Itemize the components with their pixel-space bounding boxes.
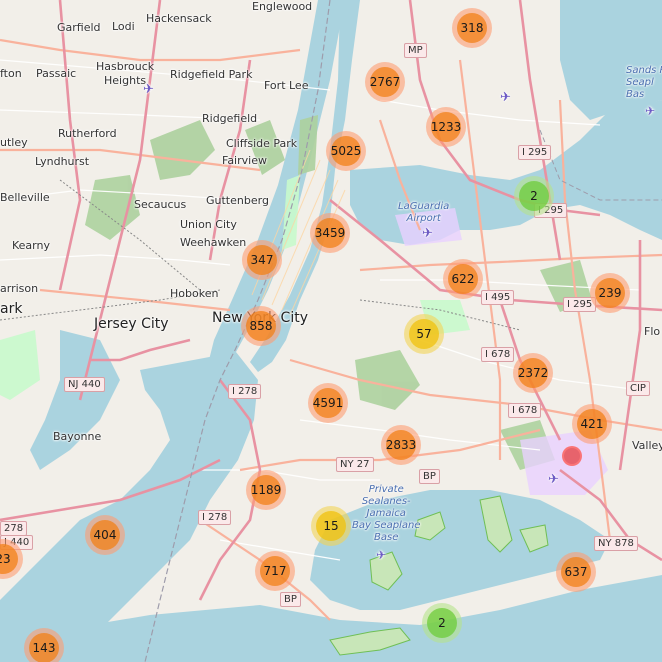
route-shield: I 678 bbox=[508, 403, 542, 418]
cluster-count: 2372 bbox=[518, 358, 548, 388]
route-shield: I 678 bbox=[481, 347, 515, 362]
cluster-count: 421 bbox=[577, 409, 607, 439]
cluster-count: 404 bbox=[90, 520, 120, 550]
marker-cluster[interactable]: 2767 bbox=[365, 62, 405, 102]
airport-icon: ✈ bbox=[143, 82, 154, 97]
route-shield: NY 27 bbox=[336, 457, 374, 472]
place-label-weehawken: Weehawken bbox=[180, 236, 247, 249]
cluster-count: 1233 bbox=[431, 112, 461, 142]
place-label-nutley: utley bbox=[0, 136, 28, 149]
cluster-count: 57 bbox=[409, 319, 439, 349]
marker-cluster[interactable]: 5025 bbox=[326, 131, 366, 171]
map-viewport[interactable]: Garfield Lodi Hackensack Englewood Passa… bbox=[0, 0, 662, 662]
cluster-count: 4591 bbox=[313, 388, 343, 418]
marker-cluster[interactable]: 3459 bbox=[310, 213, 350, 253]
marker-cluster[interactable]: 347 bbox=[242, 240, 282, 280]
route-shield: I 295 bbox=[518, 145, 552, 160]
place-label-flo: Flo bbox=[644, 325, 661, 338]
place-label-harrison: arrison bbox=[0, 282, 39, 295]
marker-cluster[interactable]: 2372 bbox=[513, 353, 553, 393]
place-label-clifton: fton bbox=[0, 67, 22, 80]
route-shield: NY 878 bbox=[594, 536, 638, 551]
place-label-hackensack: Hackensack bbox=[146, 12, 212, 25]
cluster-count: 637 bbox=[561, 557, 591, 587]
marker-cluster[interactable]: 717 bbox=[255, 551, 295, 591]
place-label-valley: Valley bbox=[632, 439, 662, 452]
place-label-newark: ark bbox=[0, 301, 23, 317]
place-label-cliffside-park: Cliffside Park bbox=[226, 137, 298, 150]
cluster-count: 2 bbox=[519, 181, 549, 211]
cluster-count: 1189 bbox=[251, 475, 281, 505]
place-label-garfield: Garfield bbox=[57, 21, 101, 34]
marker-cluster[interactable]: 15 bbox=[311, 506, 351, 546]
cluster-count: 2767 bbox=[370, 67, 400, 97]
place-label-ridgefield-park: Ridgefield Park bbox=[170, 68, 253, 81]
marker-cluster[interactable]: 143 bbox=[24, 628, 64, 662]
place-label-passaic: Passaic bbox=[36, 67, 77, 80]
marker-cluster[interactable]: 318 bbox=[452, 8, 492, 48]
cluster-count: 347 bbox=[247, 245, 277, 275]
seaplane-label-jamaica-bay: Private Sealanes- Jamaica Bay Seaplane B… bbox=[352, 484, 421, 543]
marker-cluster[interactable]: 404 bbox=[85, 515, 125, 555]
place-label-lyndhurst: Lyndhurst bbox=[35, 155, 90, 168]
location-marker[interactable] bbox=[562, 446, 582, 466]
route-shield: 278 bbox=[0, 521, 28, 536]
airport-icon: ✈ bbox=[376, 548, 387, 562]
place-label-hoboken: Hoboken bbox=[170, 287, 219, 300]
marker-cluster[interactable]: 2833 bbox=[381, 425, 421, 465]
cluster-count: 858 bbox=[246, 311, 276, 341]
route-shield: NJ 440 bbox=[64, 377, 105, 392]
marker-cluster[interactable]: 1233 bbox=[426, 107, 466, 147]
marker-cluster[interactable]: 858 bbox=[241, 306, 281, 346]
marker-cluster[interactable]: 239 bbox=[590, 273, 630, 313]
cluster-count: 15 bbox=[316, 511, 346, 541]
airport-label-laguardia: LaGuardia Airport bbox=[398, 201, 450, 224]
route-shield: I 278 bbox=[198, 510, 232, 525]
route-shield: I 495 bbox=[481, 290, 515, 305]
place-label-englewood: Englewood bbox=[252, 0, 313, 13]
airport-icon: ✈ bbox=[548, 472, 559, 487]
cluster-count: 318 bbox=[457, 13, 487, 43]
place-label-rutherford: Rutherford bbox=[58, 127, 117, 140]
place-label-guttenberg: Guttenberg bbox=[206, 194, 269, 207]
cluster-count: 717 bbox=[260, 556, 290, 586]
cluster-count: 239 bbox=[595, 278, 625, 308]
place-label-bayonne: Bayonne bbox=[53, 430, 102, 443]
route-shield: CIP bbox=[626, 381, 650, 396]
cluster-count: 2 bbox=[427, 608, 457, 638]
place-label-lodi: Lodi bbox=[112, 20, 135, 33]
marker-cluster[interactable]: 2 bbox=[422, 603, 462, 643]
marker-cluster[interactable]: 637 bbox=[556, 552, 596, 592]
place-label-belleville: Belleville bbox=[0, 191, 50, 204]
cluster-count: 23 bbox=[0, 544, 18, 574]
marker-cluster[interactable]: 421 bbox=[572, 404, 612, 444]
route-shield: MP bbox=[404, 43, 427, 58]
route-shield: BP bbox=[280, 592, 301, 607]
place-label-secaucus: Secaucus bbox=[134, 198, 187, 211]
marker-cluster[interactable]: 57 bbox=[404, 314, 444, 354]
place-label-jersey-city: Jersey City bbox=[94, 316, 169, 332]
cluster-count: 622 bbox=[448, 264, 478, 294]
marker-cluster[interactable]: 622 bbox=[443, 259, 483, 299]
marker-cluster[interactable]: 4591 bbox=[308, 383, 348, 423]
cluster-count: 5025 bbox=[331, 136, 361, 166]
airport-icon: ✈ bbox=[500, 90, 511, 105]
place-label-ridgefield: Ridgefield bbox=[202, 112, 258, 125]
place-label-kearny: Kearny bbox=[12, 239, 50, 252]
marker-cluster[interactable]: 1189 bbox=[246, 470, 286, 510]
seaplane-label-sands-point: Sands P Seapl Bas bbox=[626, 65, 662, 100]
cluster-count: 143 bbox=[29, 633, 59, 662]
route-shield: BP bbox=[419, 469, 440, 484]
cluster-count: 2833 bbox=[386, 430, 416, 460]
marker-cluster[interactable]: 2 bbox=[514, 176, 554, 216]
place-label-fort-lee: Fort Lee bbox=[264, 79, 309, 92]
cluster-count: 3459 bbox=[315, 218, 345, 248]
route-shield: I 278 bbox=[228, 384, 262, 399]
place-label-union-city: Union City bbox=[180, 218, 237, 231]
airport-icon: ✈ bbox=[645, 104, 656, 118]
airport-icon: ✈ bbox=[422, 226, 433, 241]
place-label-fairview: Fairview bbox=[222, 154, 267, 167]
